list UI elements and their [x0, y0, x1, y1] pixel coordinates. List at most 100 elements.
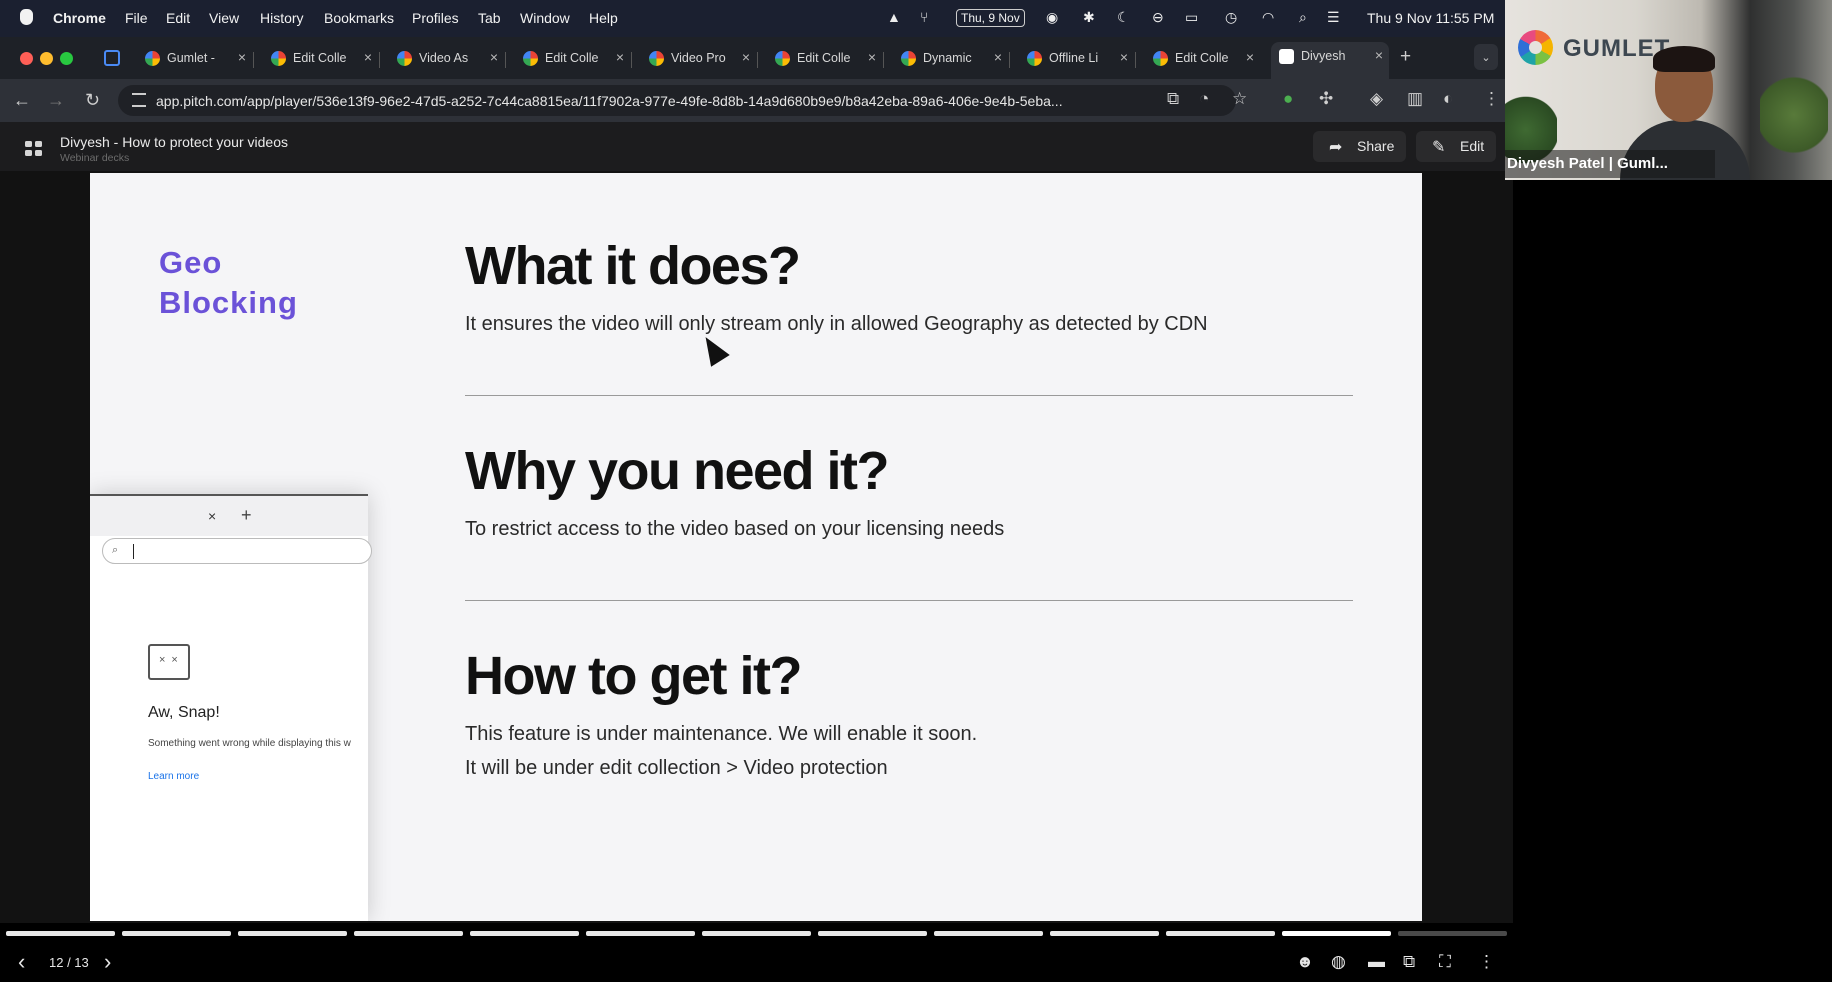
reaction-emoji-icon[interactable]: ☻ — [1296, 952, 1314, 972]
extension-icon[interactable]: ◈ — [1370, 89, 1383, 109]
tab-edit-collection[interactable]: Edit Colle × — [767, 44, 884, 74]
tab-close-icon[interactable]: × — [490, 49, 498, 65]
edit-button[interactable]: ✎ Edit — [1416, 131, 1497, 162]
date-badge[interactable]: Thu, 9 Nov — [956, 9, 1025, 27]
menu-view[interactable]: View — [209, 10, 239, 26]
pitch-header: Divyesh - How to protect your videos Web… — [0, 122, 1505, 171]
profile-avatar-icon[interactable]: ◐ — [1443, 89, 1453, 109]
chrome-menu-icon[interactable]: ⋮ — [1483, 89, 1500, 109]
pencil-icon: ✎ — [1432, 139, 1446, 156]
tab-close-icon[interactable]: × — [994, 49, 1002, 65]
tab-dynamic[interactable]: Dynamic × — [893, 44, 1010, 74]
tab-gumlet[interactable]: Gumlet - × — [137, 44, 254, 74]
grammarly-extension-icon[interactable]: ● — [1283, 89, 1293, 109]
control-center-icon[interactable]: ☰ — [1327, 9, 1340, 26]
pitch-favicon-icon — [901, 51, 916, 66]
tab-close-icon[interactable]: × — [364, 49, 372, 65]
progress-segment[interactable] — [1050, 931, 1159, 936]
url-text[interactable]: app.pitch.com/app/player/536e13f9-96e2-4… — [156, 93, 1176, 109]
chrome-tab-strip: Gumlet - × Edit Colle × Video As × Edit Col… — [0, 37, 1505, 79]
maximize-window-icon[interactable] — [60, 52, 73, 65]
presentation-title: Divyesh - How to protect your videos — [60, 134, 288, 150]
tab-close-icon[interactable]: × — [1120, 49, 1128, 65]
pitch-favicon-icon — [1027, 51, 1042, 66]
new-tab-icon[interactable]: + — [1400, 46, 1411, 68]
status-fork-icon[interactable]: ⑂ — [920, 9, 928, 25]
menu-edit[interactable]: Edit — [166, 10, 190, 26]
embedded-browser-screenshot: × + ⌕ ×× Aw, Snap! Something went wrong … — [90, 494, 372, 921]
empty-area — [1513, 180, 1832, 982]
moon-icon[interactable]: ☾ — [1117, 9, 1130, 26]
progress-segment[interactable] — [702, 931, 811, 936]
fullscreen-icon[interactable]: ⛶ — [1439, 952, 1451, 972]
tab-video-protection[interactable]: Video Pro × — [641, 44, 758, 74]
address-bar[interactable]: app.pitch.com/app/player/536e13f9-96e2-4… — [118, 85, 1236, 116]
tab-edit-collection[interactable]: Edit Colle × — [263, 44, 380, 74]
progress-segment[interactable] — [470, 931, 579, 936]
share-button[interactable]: ➦ Share — [1313, 131, 1407, 162]
next-slide-icon[interactable]: › — [104, 949, 111, 975]
tab-close-icon[interactable]: × — [1246, 49, 1254, 65]
apple-menu-icon[interactable] — [20, 9, 33, 25]
progress-segment[interactable] — [1166, 931, 1275, 936]
close-window-icon[interactable] — [20, 52, 33, 65]
status-p-icon[interactable]: ◉ — [1046, 9, 1058, 26]
progress-segment[interactable] — [586, 931, 695, 936]
menu-history[interactable]: History — [260, 10, 304, 26]
tab-search-chevron-icon[interactable]: ⌄ — [1474, 44, 1498, 70]
progress-segment[interactable] — [238, 931, 347, 936]
previous-slide-icon[interactable]: ‹ — [18, 949, 25, 975]
menu-file[interactable]: File — [125, 10, 148, 26]
progress-segment[interactable] — [1398, 931, 1507, 936]
extensions-puzzle-icon[interactable]: ✣ — [1319, 89, 1333, 109]
spotlight-icon[interactable]: ⌕ — [1299, 9, 1307, 26]
tab-offline-license[interactable]: Offline Li × — [1019, 44, 1136, 74]
presenter-view-icon[interactable]: ▬ — [1368, 952, 1385, 972]
forward-arrow-icon[interactable]: → — [47, 90, 65, 111]
slide-progress[interactable] — [0, 923, 1513, 943]
section-heading: What it does? — [465, 236, 801, 296]
performance-icon[interactable]: ◔ — [1199, 89, 1209, 109]
tab-edit-collection[interactable]: Edit Colle × — [515, 44, 632, 74]
tab-close-icon[interactable]: × — [238, 49, 246, 65]
pinned-tab-icon[interactable] — [104, 50, 120, 66]
tab-close-icon[interactable]: × — [868, 49, 876, 65]
tab-close-icon[interactable]: × — [742, 49, 750, 65]
side-panel-icon[interactable]: ▥ — [1407, 89, 1423, 109]
wifi-icon[interactable]: ◠ — [1262, 9, 1274, 26]
back-arrow-icon[interactable]: ← — [13, 90, 31, 111]
menu-bookmarks[interactable]: Bookmarks — [324, 10, 394, 26]
progress-segment[interactable] — [6, 931, 115, 936]
menu-tab[interactable]: Tab — [478, 10, 501, 26]
progress-segment[interactable] — [934, 931, 1043, 936]
comment-icon[interactable]: ◍ — [1331, 952, 1346, 972]
menu-app-name[interactable]: Chrome — [53, 10, 106, 26]
menu-profiles[interactable]: Profiles — [412, 10, 459, 26]
menu-window[interactable]: Window — [520, 10, 570, 26]
presentation-folder[interactable]: Webinar decks — [60, 152, 129, 164]
bookmark-star-icon[interactable]: ☆ — [1232, 89, 1247, 109]
tab-close-icon[interactable]: × — [616, 49, 624, 65]
bluetooth-icon[interactable]: ✱ — [1083, 9, 1095, 26]
menubar-clock[interactable]: Thu 9 Nov 11:55 PM — [1367, 10, 1494, 26]
time-machine-icon[interactable]: ◷ — [1225, 9, 1237, 26]
more-options-icon[interactable]: ⋮ — [1478, 952, 1495, 972]
progress-segment[interactable] — [818, 931, 927, 936]
tab-divyesh-active[interactable]: Divyesh × — [1271, 42, 1389, 79]
status-app-icon[interactable]: ▲ — [887, 9, 901, 25]
progress-segment-current[interactable] — [1282, 931, 1391, 936]
pip-window-icon[interactable]: ⧉ — [1403, 952, 1415, 972]
menu-help[interactable]: Help — [589, 10, 618, 26]
progress-segment[interactable] — [122, 931, 231, 936]
apps-grid-icon[interactable] — [25, 141, 42, 156]
progress-segment[interactable] — [354, 931, 463, 936]
install-app-icon[interactable]: ⧉ — [1167, 89, 1179, 109]
tab-edit-collection[interactable]: Edit Colle × — [1145, 44, 1260, 74]
focus-icon[interactable]: ⊖ — [1152, 9, 1164, 26]
battery-icon[interactable]: ▭ — [1185, 9, 1198, 26]
tab-video-assets[interactable]: Video As × — [389, 44, 506, 74]
tab-close-icon[interactable]: × — [1375, 47, 1383, 63]
reload-icon[interactable]: ↻ — [85, 90, 100, 111]
site-info-icon[interactable] — [132, 93, 146, 107]
minimize-window-icon[interactable] — [40, 52, 53, 65]
